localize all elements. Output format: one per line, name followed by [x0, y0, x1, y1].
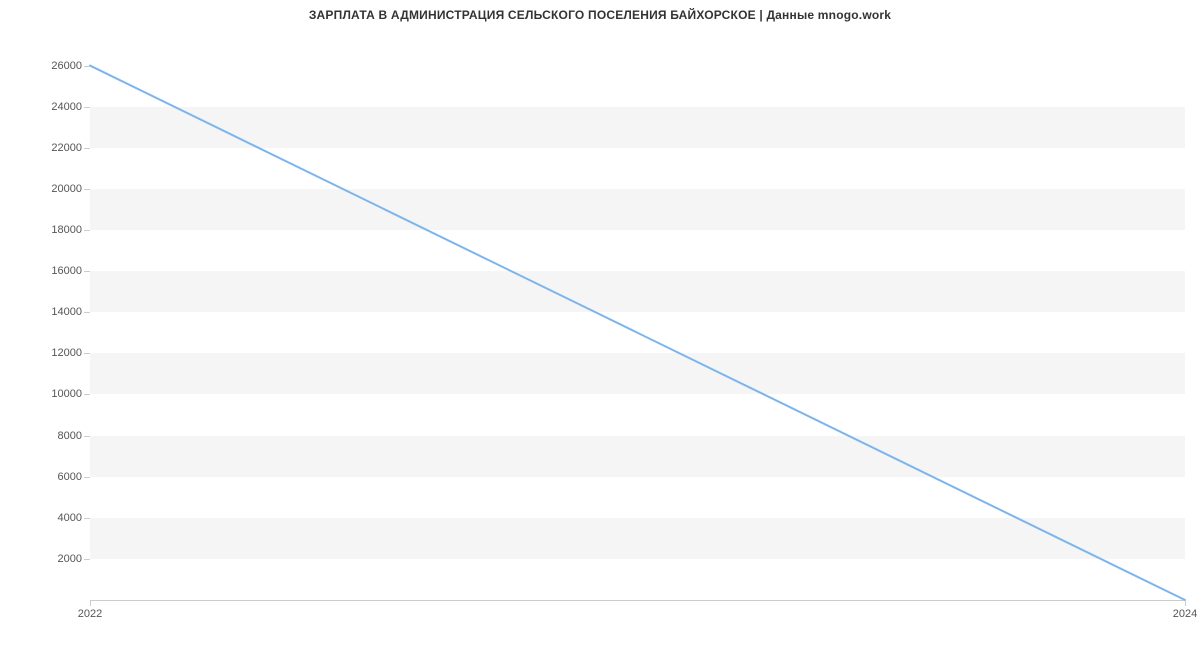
y-tick-label: 8000	[22, 430, 82, 442]
y-tick-label: 10000	[22, 388, 82, 400]
y-tick-label: 14000	[22, 306, 82, 318]
chart-title: ЗАРПЛАТА В АДМИНИСТРАЦИЯ СЕЛЬСКОГО ПОСЕЛ…	[0, 8, 1200, 22]
x-tick-mark	[90, 600, 91, 606]
plot-area	[90, 45, 1185, 601]
data-line	[90, 66, 1185, 600]
y-tick-mark	[84, 559, 90, 560]
y-tick-mark	[84, 312, 90, 313]
x-tick-label: 2024	[1173, 608, 1197, 620]
y-tick-mark	[84, 271, 90, 272]
y-tick-label: 2000	[22, 553, 82, 565]
y-tick-label: 12000	[22, 347, 82, 359]
y-tick-mark	[84, 107, 90, 108]
y-tick-mark	[84, 394, 90, 395]
y-tick-label: 6000	[22, 471, 82, 483]
y-tick-mark	[84, 477, 90, 478]
line-series	[90, 45, 1185, 600]
x-tick-label: 2022	[78, 608, 102, 620]
y-tick-mark	[84, 353, 90, 354]
y-tick-mark	[84, 436, 90, 437]
y-tick-mark	[84, 148, 90, 149]
y-tick-label: 22000	[22, 142, 82, 154]
x-tick-mark	[1185, 600, 1186, 606]
y-tick-label: 16000	[22, 265, 82, 277]
y-tick-label: 26000	[22, 60, 82, 72]
chart-container: ЗАРПЛАТА В АДМИНИСТРАЦИЯ СЕЛЬСКОГО ПОСЕЛ…	[0, 0, 1200, 650]
y-tick-label: 4000	[22, 512, 82, 524]
y-tick-mark	[84, 518, 90, 519]
y-tick-mark	[84, 189, 90, 190]
y-tick-label: 20000	[22, 183, 82, 195]
y-tick-mark	[84, 230, 90, 231]
y-tick-label: 24000	[22, 101, 82, 113]
y-tick-label: 18000	[22, 224, 82, 236]
y-tick-mark	[84, 66, 90, 67]
